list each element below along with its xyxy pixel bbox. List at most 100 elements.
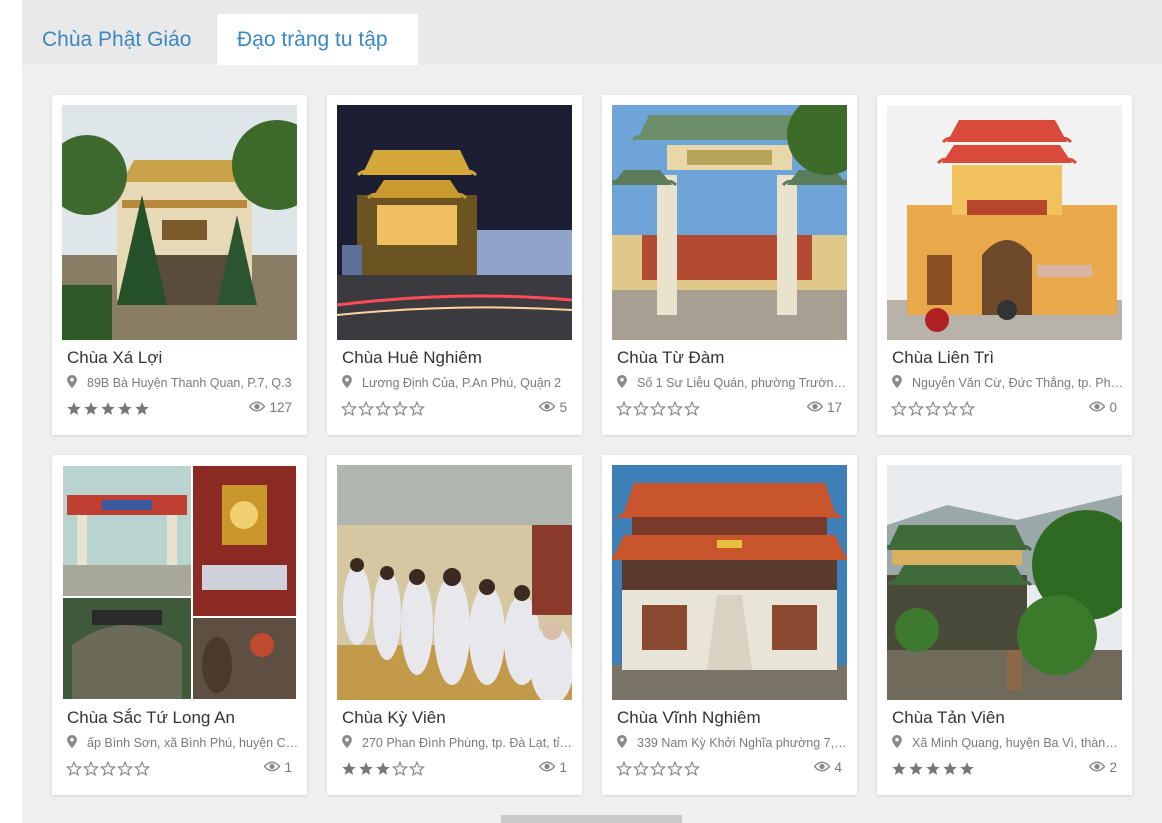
temple-thumbnail[interactable] [337, 465, 572, 700]
temple-title[interactable]: Chùa Kỳ Viên [342, 708, 572, 728]
rating-stars[interactable] [615, 760, 701, 777]
star-empty-icon[interactable] [615, 400, 633, 417]
address-text: Xã Minh Quang, huyện Ba Vì, thành phố Hà… [912, 736, 1124, 750]
map-marker-icon [892, 375, 904, 391]
star-empty-icon[interactable] [391, 760, 409, 777]
star-empty-icon[interactable] [683, 400, 701, 417]
star-empty-icon[interactable] [99, 760, 117, 777]
star-filled-icon[interactable] [891, 761, 907, 777]
star-empty-icon[interactable] [632, 760, 650, 777]
star-empty-icon[interactable] [357, 400, 375, 417]
temple-card[interactable]: Chùa Kỳ Viên 270 Phan Đình Phùng, tp. Đà… [327, 455, 582, 795]
temple-title[interactable]: Chùa Huê Nghiêm [342, 348, 572, 368]
map-marker-icon [342, 735, 354, 751]
temple-card[interactable]: Chùa Liên Trì Nguyễn Văn Cừ, Đức Thắng, … [877, 95, 1132, 435]
temple-card[interactable]: Chùa Huê Nghiêm Lương Định Của, P.An Phú… [327, 95, 582, 435]
temple-card[interactable]: Chùa Xá Lợi 89B Bà Huyện Thanh Quan, P.7… [52, 95, 307, 435]
view-count: 4 [814, 760, 842, 775]
eye-icon [264, 760, 281, 775]
star-empty-icon[interactable] [907, 400, 925, 417]
temple-title[interactable]: Chùa Sắc Tứ Long An [67, 708, 297, 728]
star-empty-icon[interactable] [632, 400, 650, 417]
temple-address: 270 Phan Đình Phùng, tp. Đà Lạt, tỉnh Lâ… [342, 735, 574, 751]
star-empty-icon[interactable] [82, 760, 100, 777]
rating-stars[interactable] [890, 400, 976, 417]
view-count-value: 2 [1109, 760, 1117, 775]
view-count-value: 1 [284, 760, 292, 775]
star-filled-icon[interactable] [100, 401, 116, 417]
tab-dao-trang-tu-tap[interactable]: Đạo tràng tu tập [216, 14, 418, 65]
star-empty-icon[interactable] [116, 760, 134, 777]
map-marker-icon [67, 735, 79, 751]
temple-address: Số 1 Sư Liễu Quán, phường Trường An [617, 375, 849, 391]
load-more-button[interactable] [501, 815, 682, 823]
address-text: ấp Bình Sơn, xã Bình Phú, huyện Cai Lậy [87, 736, 299, 750]
star-empty-icon[interactable] [924, 400, 942, 417]
star-filled-icon[interactable] [942, 761, 958, 777]
temple-title[interactable]: Chùa Tản Viên [892, 708, 1122, 728]
star-empty-icon[interactable] [890, 400, 908, 417]
temple-card[interactable]: Chùa Sắc Tứ Long An ấp Bình Sơn, xã Bình… [52, 455, 307, 795]
star-empty-icon[interactable] [649, 760, 667, 777]
address-text: Lương Định Của, P.An Phú, Quận 2 [362, 376, 562, 390]
address-text: Số 1 Sư Liễu Quán, phường Trường An [637, 376, 849, 390]
temple-thumbnail[interactable] [887, 105, 1122, 340]
rating-stars[interactable] [341, 760, 426, 777]
map-marker-icon [617, 735, 629, 751]
star-filled-icon[interactable] [134, 401, 150, 417]
star-empty-icon[interactable] [666, 400, 684, 417]
temple-title[interactable]: Chùa Vĩnh Nghiêm [617, 708, 847, 728]
star-empty-icon[interactable] [408, 760, 426, 777]
star-filled-icon[interactable] [83, 401, 99, 417]
temple-address: Nguyễn Văn Cừ, Đức Thắng, tp. Phan Thiết [892, 375, 1124, 391]
star-empty-icon[interactable] [615, 760, 633, 777]
temple-card[interactable]: Chùa Tản Viên Xã Minh Quang, huyện Ba Vì… [877, 455, 1132, 795]
temple-thumbnail[interactable] [62, 105, 297, 340]
temple-address: Xã Minh Quang, huyện Ba Vì, thành phố Hà… [892, 735, 1124, 751]
star-empty-icon[interactable] [340, 400, 358, 417]
tab-chua-phat-giao[interactable]: Chùa Phật Giáo [22, 14, 216, 65]
temple-address: 89B Bà Huyện Thanh Quan, P.7, Q.3 [67, 375, 299, 391]
star-empty-icon[interactable] [649, 400, 667, 417]
star-filled-icon[interactable] [117, 401, 133, 417]
address-text: 270 Phan Đình Phùng, tp. Đà Lạt, tỉnh Lâ… [362, 736, 574, 750]
rating-stars[interactable] [891, 761, 975, 777]
star-empty-icon[interactable] [65, 760, 83, 777]
star-filled-icon[interactable] [358, 761, 374, 777]
temple-card[interactable]: Chùa Từ Đàm Số 1 Sư Liễu Quán, phường Tr… [602, 95, 857, 435]
view-count-value: 0 [1109, 400, 1117, 415]
map-marker-icon [617, 375, 629, 391]
view-count-value: 1 [559, 760, 567, 775]
star-empty-icon[interactable] [666, 760, 684, 777]
star-empty-icon[interactable] [683, 760, 701, 777]
star-filled-icon[interactable] [925, 761, 941, 777]
rating-stars[interactable] [66, 401, 150, 417]
star-filled-icon[interactable] [341, 761, 357, 777]
eye-icon [1089, 760, 1106, 775]
star-empty-icon[interactable] [133, 760, 151, 777]
star-filled-icon[interactable] [959, 761, 975, 777]
temple-thumbnail[interactable] [887, 465, 1122, 700]
temple-title[interactable]: Chùa Xá Lợi [67, 348, 297, 368]
star-filled-icon[interactable] [375, 761, 391, 777]
temple-thumbnail[interactable] [337, 105, 572, 340]
view-count: 17 [806, 400, 842, 415]
temple-thumbnail[interactable] [612, 465, 847, 700]
temple-card[interactable]: Chùa Vĩnh Nghiêm 339 Nam Kỳ Khởi Nghĩa p… [602, 455, 857, 795]
star-empty-icon[interactable] [941, 400, 959, 417]
star-empty-icon[interactable] [408, 400, 426, 417]
star-empty-icon[interactable] [391, 400, 409, 417]
rating-stars[interactable] [615, 400, 701, 417]
temple-title[interactable]: Chùa Liên Trì [892, 348, 1122, 368]
star-empty-icon[interactable] [958, 400, 976, 417]
temple-thumbnail[interactable] [62, 465, 297, 700]
temple-title[interactable]: Chùa Từ Đàm [617, 348, 847, 368]
rating-stars[interactable] [340, 400, 426, 417]
view-count: 1 [264, 760, 292, 775]
star-empty-icon[interactable] [374, 400, 392, 417]
eye-icon [539, 760, 556, 775]
rating-stars[interactable] [65, 760, 151, 777]
star-filled-icon[interactable] [908, 761, 924, 777]
temple-thumbnail[interactable] [612, 105, 847, 340]
star-filled-icon[interactable] [66, 401, 82, 417]
